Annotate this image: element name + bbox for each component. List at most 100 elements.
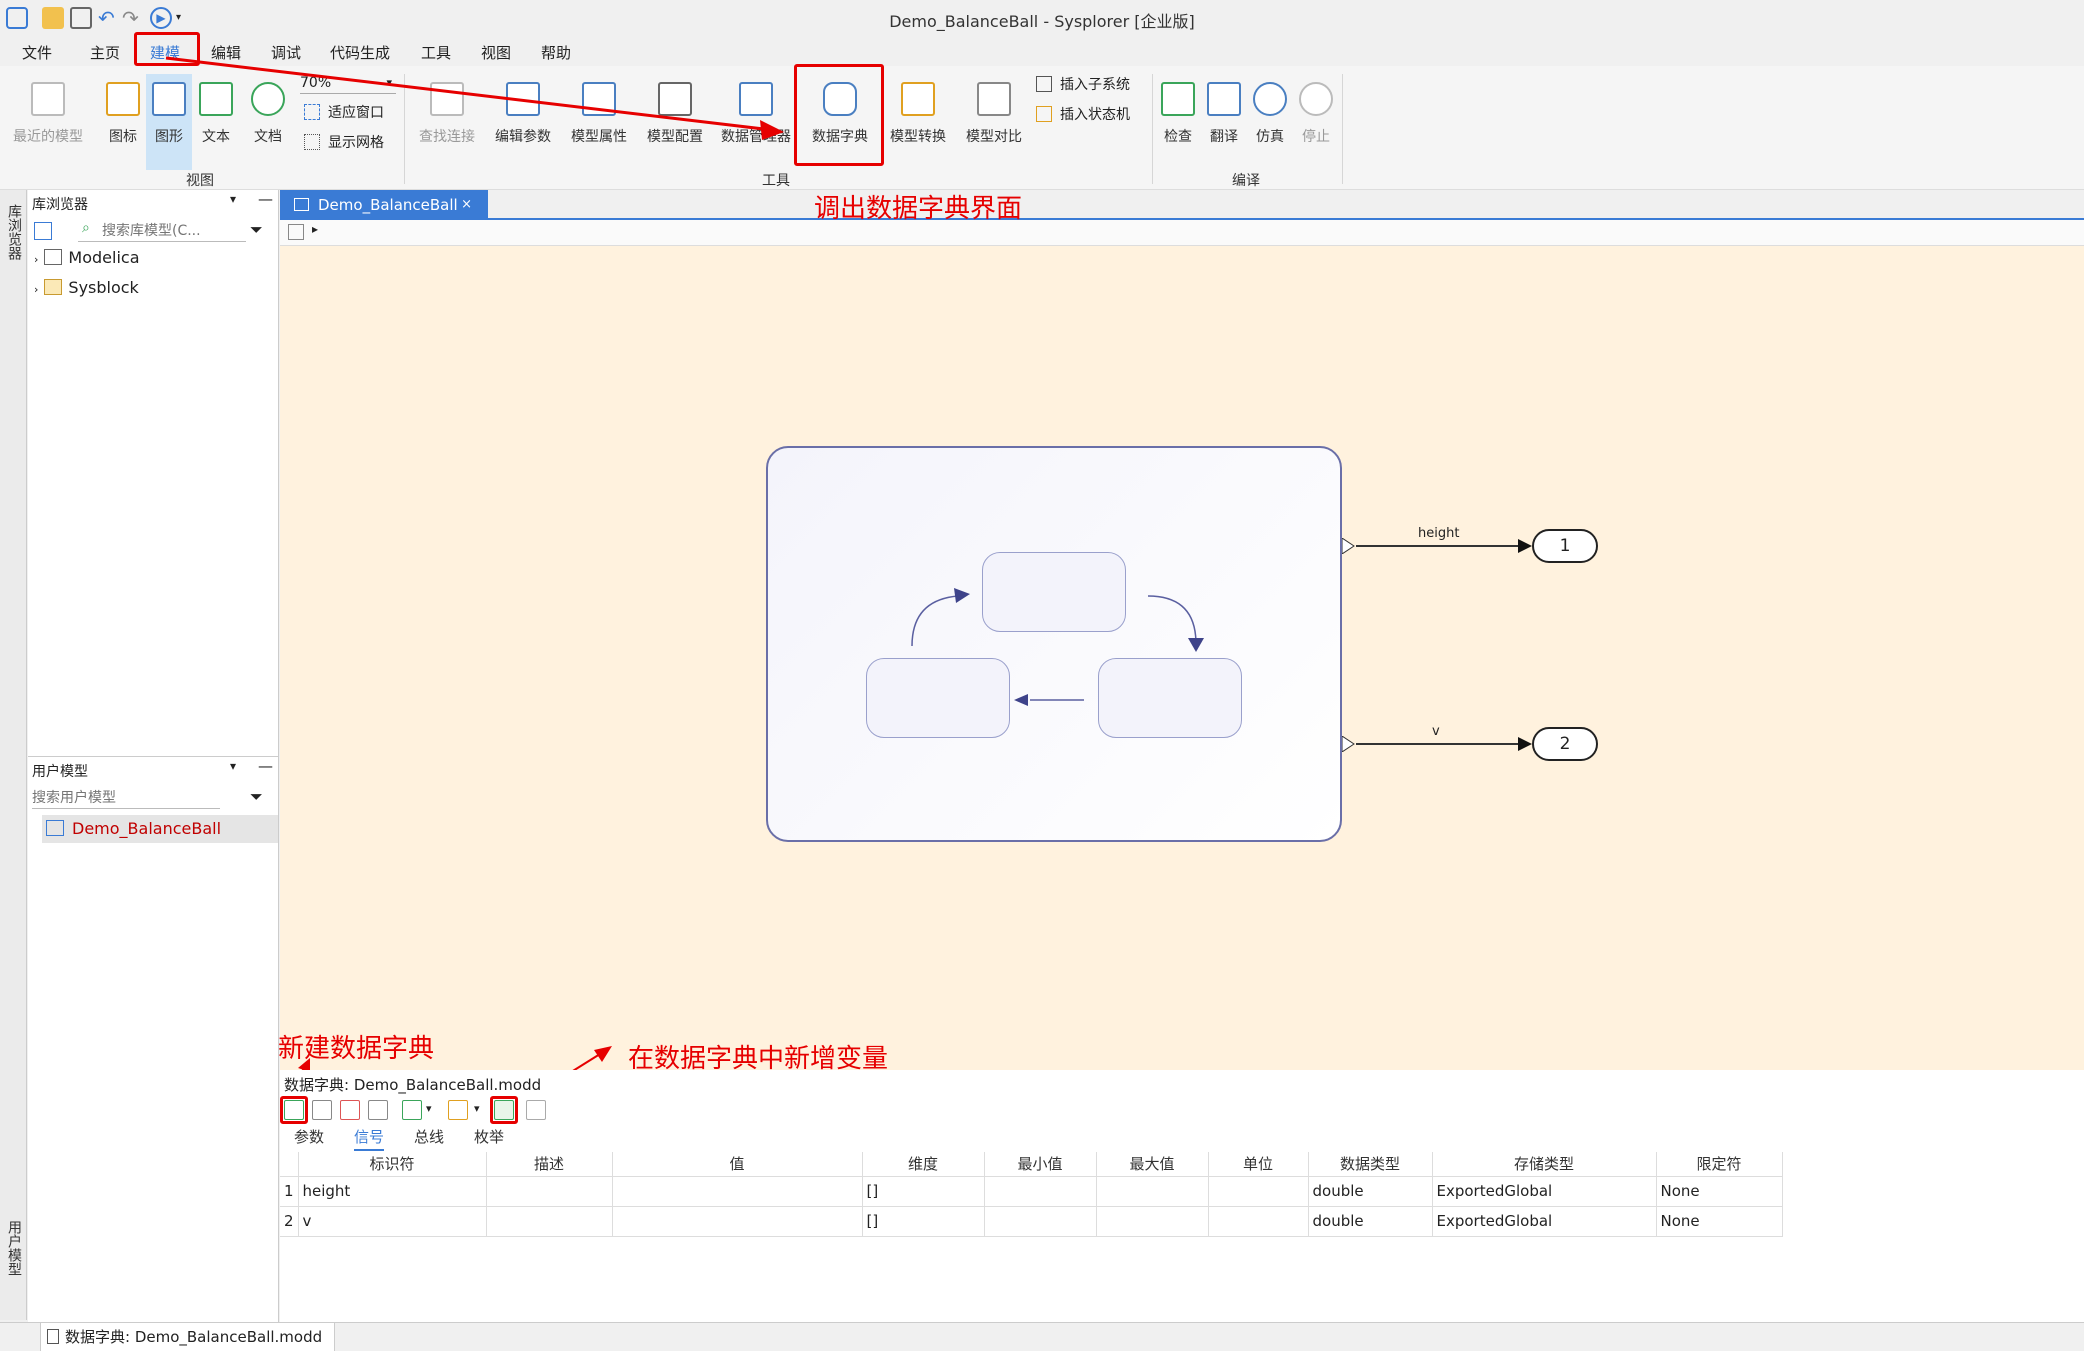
tree-item-modelica[interactable]: › Modelica [34,248,140,267]
col-header-description[interactable]: 描述 [486,1152,613,1177]
col-header-qualifier[interactable]: 限定符 [1656,1152,1783,1177]
status-tab-data-dict[interactable]: 数据字典: Demo_BalanceBall.modd [40,1323,336,1351]
edit-params-button[interactable]: 编辑参数 [488,74,558,164]
cell-max[interactable] [1096,1206,1209,1237]
recent-models-button[interactable]: 最近的模型 [10,74,86,164]
cell-unit[interactable] [1208,1206,1309,1237]
translate-button[interactable]: 翻译 [1204,74,1244,164]
cell-description[interactable] [486,1176,613,1207]
cell-storage[interactable]: ExportedGlobal [1432,1206,1657,1237]
cell-qualifier[interactable]: None [1656,1176,1783,1207]
statemachine-icon [1036,106,1052,122]
doc-view-button[interactable]: 文档 [246,74,290,164]
export-icon[interactable] [448,1100,468,1120]
filter-icon[interactable]: ⏷ [250,220,263,240]
fit-window-icon [304,104,320,120]
col-header-max[interactable]: 最大值 [1096,1152,1209,1177]
data-manager-icon [739,82,773,116]
model-config-button[interactable]: 模型配置 [640,74,710,164]
outport-1[interactable]: 1 [1532,529,1598,563]
menu-file[interactable]: 文件 [22,41,52,65]
library-search-input[interactable] [78,220,246,242]
cell-value[interactable] [612,1206,863,1237]
model-compare-button[interactable]: 模型对比 [958,74,1030,164]
show-grid-button[interactable]: 显示网格 [304,132,384,154]
diagram-view-button[interactable]: 图形 [146,74,192,170]
cell-value[interactable] [612,1176,863,1207]
menu-debug[interactable]: 调试 [271,41,301,65]
data-manager-button[interactable]: 数据管理器 [716,74,796,164]
panel-menu-icon[interactable]: ▾ [230,192,236,206]
statemachine-block[interactable] [766,446,1342,842]
menu-edit[interactable]: 编辑 [211,41,241,65]
cell-dimension[interactable]: [] [862,1206,985,1237]
tab-signals[interactable]: 信号 [354,1126,385,1151]
cell-storage[interactable]: ExportedGlobal [1432,1176,1657,1207]
menu-tools[interactable]: 工具 [421,41,451,65]
close-icon[interactable]: × [461,190,472,220]
vtab-library-browser[interactable]: 库浏览器 [2,204,24,304]
zoom-select[interactable]: 70% ▾ [300,72,396,94]
tab-demo-balanceball[interactable]: Demo_BalanceBall × [280,190,488,220]
delete-dict-icon[interactable] [340,1100,360,1120]
outport-2[interactable]: 2 [1532,727,1598,761]
panel-menu-icon[interactable]: ▾ [230,759,236,773]
col-header-storage[interactable]: 存储类型 [1432,1152,1657,1177]
model-props-button[interactable]: 模型属性 [564,74,634,164]
cell-min[interactable] [984,1206,1097,1237]
tree-item-demo-balanceball[interactable]: Demo_BalanceBall [42,815,278,843]
tab-params[interactable]: 参数 [294,1126,324,1147]
simulate-button[interactable]: 仿真 [1250,74,1290,164]
menu-help[interactable]: 帮助 [541,41,571,65]
icon-view-button[interactable]: 图标 [96,74,150,164]
cell-identifier[interactable]: height [298,1176,487,1207]
insert-subsystem-button[interactable]: 插入子系统 [1036,74,1130,96]
tree-item-sysblock[interactable]: › Sysblock [34,278,139,297]
chevron-down-icon: ▾ [386,76,392,89]
tab-enum[interactable]: 枚举 [474,1126,504,1147]
cell-dimension[interactable]: [] [862,1176,985,1207]
cell-qualifier[interactable]: None [1656,1206,1783,1237]
save-dict-icon[interactable] [368,1100,388,1120]
cell-datatype[interactable]: double [1308,1176,1433,1207]
signal-line-height[interactable] [1356,545,1522,547]
filter-icon[interactable]: ⏷ [250,787,263,807]
vtab-user-models[interactable]: 用户模型 [2,1220,24,1310]
col-header-unit[interactable]: 单位 [1208,1152,1309,1177]
cell-min[interactable] [984,1176,1097,1207]
tree-view-icon[interactable] [34,222,52,240]
col-header-value[interactable]: 值 [612,1152,863,1177]
tab-bus[interactable]: 总线 [414,1126,444,1147]
col-header-datatype[interactable]: 数据类型 [1308,1152,1433,1177]
chevron-down-icon[interactable]: ▾ [474,1102,480,1115]
menu-home[interactable]: 主页 [90,41,120,65]
chevron-down-icon[interactable]: ▾ [426,1102,432,1115]
col-header-identifier[interactable]: 标识符 [298,1152,487,1177]
stop-button[interactable]: 停止 [1296,74,1336,164]
cell-description[interactable] [486,1206,613,1237]
edit-dict-icon[interactable] [312,1100,332,1120]
find-connection-button[interactable]: 查找连接 [412,74,482,164]
fit-window-button[interactable]: 适应窗口 [304,102,384,124]
panel-minimize-icon[interactable]: — [258,757,273,775]
panel-minimize-icon[interactable]: — [258,190,273,208]
cell-max[interactable] [1096,1176,1209,1207]
cell-unit[interactable] [1208,1176,1309,1207]
col-header-dimension[interactable]: 维度 [862,1152,985,1177]
check-button[interactable]: 检查 [1158,74,1198,164]
menu-codegen[interactable]: 代码生成 [330,41,390,65]
signal-line-v[interactable] [1356,743,1522,745]
model-nav-icon[interactable] [288,224,304,240]
remove-variable-icon[interactable] [526,1100,546,1120]
user-model-search-input[interactable] [32,787,220,809]
table-row[interactable]: 2 v [] double ExportedGlobal None [280,1206,1783,1237]
model-convert-button[interactable]: 模型转换 [882,74,954,164]
col-header-min[interactable]: 最小值 [984,1152,1097,1177]
text-view-button[interactable]: 文本 [194,74,238,164]
menu-view[interactable]: 视图 [481,41,511,65]
table-row[interactable]: 1 height [] double ExportedGlobal None [280,1176,1783,1207]
cell-identifier[interactable]: v [298,1206,487,1237]
insert-statemachine-button[interactable]: 插入状态机 [1036,104,1130,126]
import-icon[interactable] [402,1100,422,1120]
cell-datatype[interactable]: double [1308,1206,1433,1237]
